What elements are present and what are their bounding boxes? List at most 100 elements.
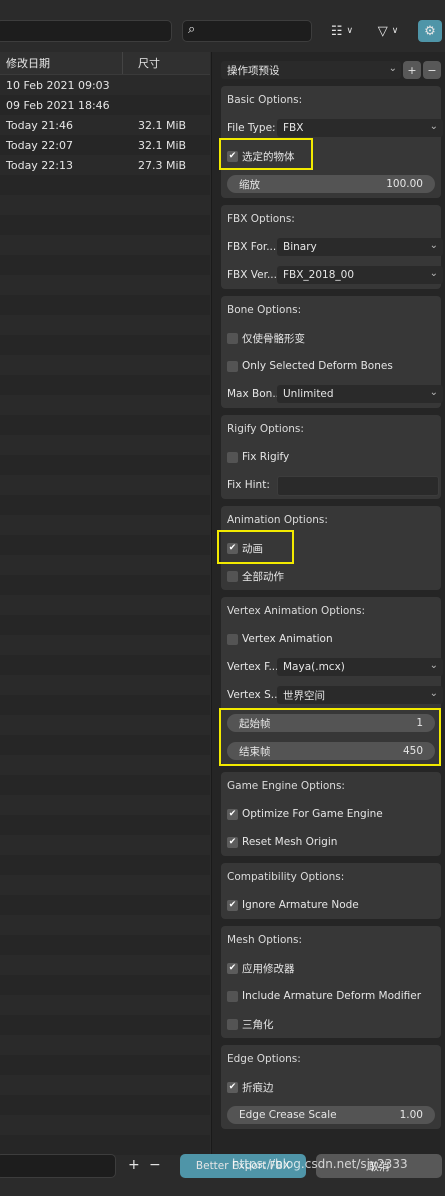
- highlight-frame-range: [219, 708, 441, 766]
- increment-button[interactable]: +: [128, 1157, 140, 1173]
- file-row[interactable]: [0, 255, 210, 275]
- scale-label: 缩放: [239, 178, 260, 191]
- file-row[interactable]: [0, 1015, 210, 1035]
- scale-field[interactable]: 缩放 100.00: [227, 175, 435, 193]
- fix-hint-input[interactable]: [277, 476, 439, 496]
- file-type-dropdown[interactable]: FBX ⌄: [277, 119, 443, 137]
- file-row[interactable]: 09 Feb 2021 18:46: [0, 95, 210, 115]
- file-row[interactable]: [0, 595, 210, 615]
- fbx-version-label: FBX Ver...: [227, 269, 277, 281]
- vertex-format-dropdown[interactable]: Maya(.mcx) ⌄: [277, 658, 443, 676]
- max-bone-dropdown[interactable]: Unlimited ⌄: [277, 385, 443, 403]
- fix-rigify-checkbox[interactable]: Fix Rigify: [227, 450, 289, 464]
- crease-checkbox[interactable]: ✔ 折痕边: [227, 1080, 274, 1094]
- decrement-button[interactable]: −: [149, 1157, 161, 1173]
- only-selected-deform-checkbox[interactable]: Only Selected Deform Bones: [227, 359, 393, 373]
- file-row[interactable]: [0, 795, 210, 815]
- file-row[interactable]: [0, 995, 210, 1015]
- file-row[interactable]: [0, 375, 210, 395]
- file-row[interactable]: [0, 1075, 210, 1095]
- apply-modifiers-checkbox[interactable]: ✔ 应用修改器: [227, 961, 295, 975]
- file-row[interactable]: [0, 215, 210, 235]
- file-row[interactable]: [0, 855, 210, 875]
- file-row[interactable]: [0, 315, 210, 335]
- column-date[interactable]: 修改日期: [0, 55, 130, 71]
- file-row[interactable]: [0, 615, 210, 635]
- file-row[interactable]: [0, 895, 210, 915]
- file-row[interactable]: [0, 755, 210, 775]
- file-row[interactable]: [0, 735, 210, 755]
- file-row[interactable]: [0, 475, 210, 495]
- file-row[interactable]: [0, 915, 210, 935]
- all-actions-checkbox[interactable]: 全部动作: [227, 569, 284, 583]
- file-row[interactable]: [0, 575, 210, 595]
- file-row[interactable]: [0, 975, 210, 995]
- reset-origin-checkbox[interactable]: ✔ Reset Mesh Origin: [227, 835, 337, 849]
- file-row[interactable]: [0, 635, 210, 655]
- include-armature-deform-checkbox[interactable]: Include Armature Deform Modifier: [227, 989, 421, 1003]
- file-row[interactable]: [0, 295, 210, 315]
- file-row[interactable]: [0, 1055, 210, 1075]
- checkmark-icon: ✔: [227, 808, 238, 820]
- file-row[interactable]: [0, 335, 210, 355]
- file-row[interactable]: [0, 415, 210, 435]
- file-row[interactable]: [0, 515, 210, 535]
- file-row[interactable]: [0, 275, 210, 295]
- file-row[interactable]: [0, 695, 210, 715]
- file-row[interactable]: [0, 355, 210, 375]
- file-row[interactable]: [0, 455, 210, 475]
- file-row[interactable]: [0, 655, 210, 675]
- preset-remove-button[interactable]: −: [423, 61, 441, 79]
- column-divider[interactable]: [122, 52, 123, 74]
- file-row[interactable]: [0, 495, 210, 515]
- fbx-format-dropdown[interactable]: Binary ⌄: [277, 238, 443, 256]
- bone-options-title: Bone Options:: [227, 304, 302, 316]
- optimize-checkbox[interactable]: ✔ Optimize For Game Engine: [227, 807, 383, 821]
- file-row[interactable]: [0, 835, 210, 855]
- vertex-animation-checkbox[interactable]: Vertex Animation: [227, 632, 333, 646]
- file-row[interactable]: [0, 535, 210, 555]
- file-row[interactable]: [0, 675, 210, 695]
- vertex-space-label: Vertex S...: [227, 689, 281, 701]
- fbx-version-dropdown[interactable]: FBX_2018_00 ⌄: [277, 266, 443, 284]
- file-date: Today 22:13: [6, 158, 74, 172]
- chevron-down-icon: ⌄: [388, 63, 397, 74]
- file-row[interactable]: [0, 435, 210, 455]
- filter-button[interactable]: ▽ ∨: [368, 20, 408, 42]
- file-row[interactable]: [0, 1095, 210, 1115]
- deform-only-checkbox[interactable]: 仅使骨骼形变: [227, 331, 305, 345]
- settings-button[interactable]: ⚙: [418, 20, 442, 42]
- column-size[interactable]: 尺寸: [130, 55, 160, 71]
- operator-presets-dropdown[interactable]: 操作项预设 ⌄: [221, 61, 401, 79]
- file-row[interactable]: [0, 1035, 210, 1055]
- file-row[interactable]: Today 22:07 32.1 MiB: [0, 135, 210, 155]
- file-row[interactable]: [0, 815, 210, 835]
- file-list-header: 修改日期 尺寸: [0, 52, 210, 75]
- chevron-down-icon: ⌄: [429, 268, 438, 279]
- file-row[interactable]: [0, 1115, 210, 1135]
- filename-field[interactable]: [0, 1154, 116, 1178]
- file-row[interactable]: [0, 715, 210, 735]
- edge-crease-scale-field[interactable]: Edge Crease Scale 1.00: [227, 1106, 435, 1124]
- triangulate-checkbox[interactable]: 三角化: [227, 1017, 274, 1031]
- file-row[interactable]: [0, 935, 210, 955]
- file-row[interactable]: [0, 195, 210, 215]
- file-row[interactable]: Today 22:13 27.3 MiB: [0, 155, 210, 175]
- file-row[interactable]: [0, 1135, 210, 1155]
- game-engine-title: Game Engine Options:: [227, 780, 345, 792]
- file-row[interactable]: [0, 235, 210, 255]
- file-row[interactable]: [0, 955, 210, 975]
- display-mode-button[interactable]: ☷ ∨: [322, 20, 362, 42]
- file-row[interactable]: 10 Feb 2021 09:03: [0, 75, 210, 95]
- path-field[interactable]: [0, 20, 172, 42]
- search-input[interactable]: ⌕: [182, 20, 312, 42]
- ignore-armature-checkbox[interactable]: ✔ Ignore Armature Node: [227, 898, 359, 912]
- vertex-space-dropdown[interactable]: 世界空间 ⌄: [277, 686, 443, 704]
- file-row[interactable]: Today 21:46 32.1 MiB: [0, 115, 210, 135]
- file-row[interactable]: [0, 175, 210, 195]
- file-row[interactable]: [0, 555, 210, 575]
- preset-add-button[interactable]: +: [403, 61, 421, 79]
- file-row[interactable]: [0, 775, 210, 795]
- file-row[interactable]: [0, 395, 210, 415]
- file-row[interactable]: [0, 875, 210, 895]
